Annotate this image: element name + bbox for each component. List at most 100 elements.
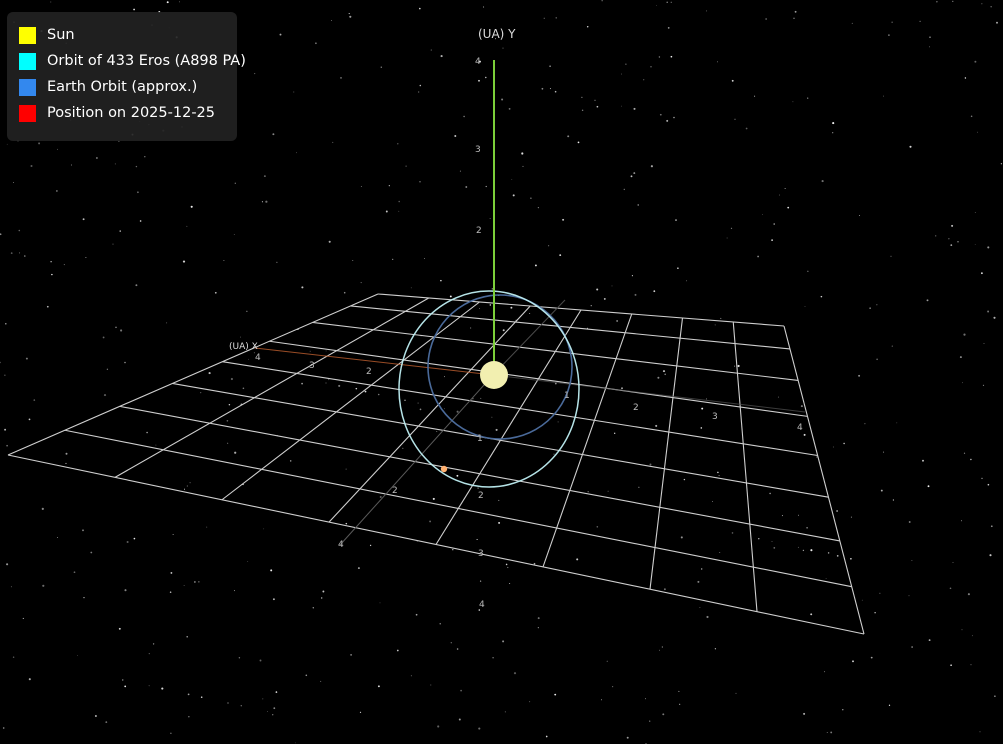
star [596,105,599,108]
star [850,558,852,560]
star [922,459,924,462]
star [825,578,827,579]
star [120,329,123,332]
star [987,310,990,313]
scene-tick-label: 2 [392,486,398,496]
star [94,715,97,717]
star [405,165,407,167]
star [33,399,36,401]
star [242,387,245,390]
star [417,402,419,404]
legend-item-eros-orbit[interactable]: Orbit of 433 Eros (A898 PA) [19,48,246,74]
star [601,0,603,2]
star [630,175,633,178]
star [830,731,833,734]
star [861,599,863,601]
star [779,194,780,196]
star [424,258,426,260]
eros-position-marker[interactable] [440,465,448,473]
star [555,17,557,19]
star [56,536,58,538]
star [758,538,760,540]
legend-label: Earth Orbit (approx.) [47,79,198,95]
star [662,370,666,373]
star [444,408,445,410]
star [404,399,406,401]
star [124,361,126,364]
star [476,538,478,541]
star [223,260,225,261]
star [444,376,445,378]
star [963,452,966,454]
star [206,526,208,528]
star [186,485,188,487]
star [880,489,883,492]
star [170,571,173,574]
legend-item-earth-orbit[interactable]: Earth Orbit (approx.) [19,74,225,100]
star [498,521,501,524]
star [990,525,993,528]
star [891,345,893,347]
star [402,447,404,450]
x-tick-label: 4 [255,353,261,363]
star [57,148,58,150]
star [50,261,52,263]
star [594,99,596,101]
star [419,84,422,87]
grid-line [328,305,531,523]
star [24,255,26,257]
star [233,234,235,236]
star [803,712,806,715]
star [246,310,248,312]
star [122,679,124,681]
star [961,520,962,522]
star [449,295,452,298]
star [234,182,236,184]
star [650,165,653,168]
star [670,55,673,58]
star [227,702,229,704]
legend-item-sun[interactable]: Sun [19,22,225,48]
legend-item-position[interactable]: Position on 2025-12-25 [19,100,225,126]
grid-line [783,325,865,635]
star [623,188,625,191]
star [238,657,241,659]
star [633,107,636,110]
star [981,272,983,275]
star [929,36,931,39]
star [996,21,998,24]
grid-line [221,301,480,501]
star [369,544,372,547]
star [714,324,716,326]
star [294,742,296,744]
star [328,379,330,381]
star [974,60,977,63]
star [0,361,1,364]
star [683,478,686,481]
star [146,431,148,434]
star [870,656,873,659]
star [601,699,602,701]
star [843,442,845,445]
legend: Sun Orbit of 433 Eros (A898 PA) Earth Or… [7,12,246,141]
star [4,428,7,431]
star [194,581,196,583]
star [480,397,482,399]
star [827,552,830,554]
star [804,306,806,308]
sun[interactable] [480,361,508,389]
star [706,398,708,400]
star [272,598,275,601]
star [357,567,360,570]
star [950,244,953,246]
star [102,336,105,339]
star [254,73,256,75]
star [726,237,728,239]
star [325,350,327,352]
star [754,95,756,97]
star [883,95,884,97]
star [836,510,838,512]
star [977,131,978,133]
grid-line [64,429,852,588]
star [483,6,485,8]
